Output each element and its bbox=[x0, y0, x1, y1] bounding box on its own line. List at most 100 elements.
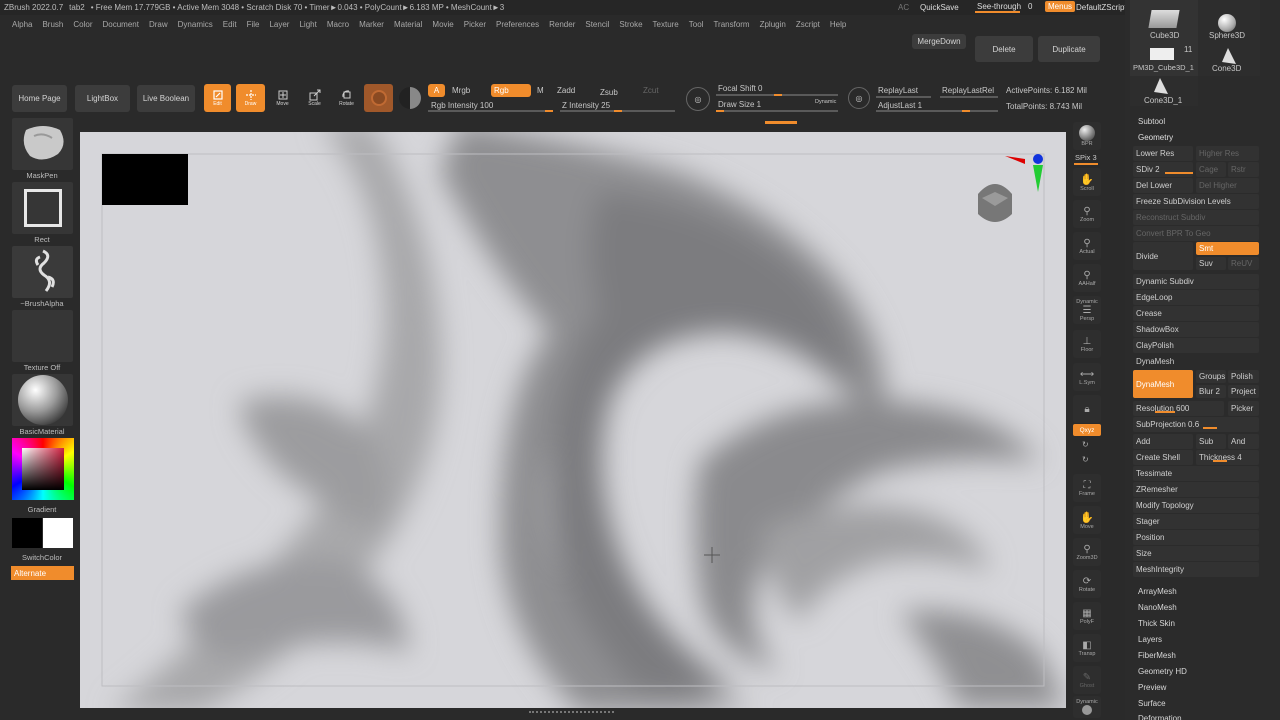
menu-render[interactable]: Render bbox=[549, 20, 575, 29]
switchcolor-button[interactable]: SwitchColor bbox=[10, 553, 74, 562]
draw-size-slider[interactable]: Draw Size 1 bbox=[718, 100, 761, 109]
mask-sphere-icon[interactable] bbox=[399, 87, 421, 109]
draw-size-track[interactable] bbox=[716, 110, 838, 112]
position-section[interactable]: Position bbox=[1133, 530, 1259, 545]
menu-macro[interactable]: Macro bbox=[327, 20, 349, 29]
menu-material[interactable]: Material bbox=[394, 20, 422, 29]
sub-button[interactable]: Sub bbox=[1196, 434, 1226, 449]
sdiv-slider[interactable]: SDiv 2 bbox=[1133, 162, 1193, 177]
dynamesh-button[interactable]: DynaMesh bbox=[1133, 370, 1193, 398]
ghost-button[interactable]: ✎ Ghost bbox=[1073, 666, 1101, 694]
rotate-mode-button[interactable]: Rotate bbox=[333, 84, 360, 112]
and-button[interactable]: And bbox=[1228, 434, 1259, 449]
canvas-viewport[interactable] bbox=[80, 132, 1066, 708]
tool-thumb-sphere[interactable]: Sphere3D bbox=[1198, 0, 1260, 44]
zadd-toggle[interactable]: Zadd bbox=[557, 86, 575, 95]
scale-mode-button[interactable]: Scale bbox=[301, 84, 328, 112]
menu-document[interactable]: Document bbox=[103, 20, 139, 29]
reuv-toggle[interactable]: ReUV bbox=[1228, 257, 1259, 270]
replaylast-button[interactable]: ReplayLast bbox=[878, 86, 918, 95]
move-view-button[interactable]: ✋ Move bbox=[1073, 506, 1101, 534]
menu-stencil[interactable]: Stencil bbox=[585, 20, 609, 29]
del-higher-button[interactable]: Del Higher bbox=[1196, 178, 1259, 193]
ac-label[interactable]: AC bbox=[898, 3, 909, 12]
menu-texture[interactable]: Texture bbox=[653, 20, 679, 29]
menu-brush[interactable]: Brush bbox=[42, 20, 63, 29]
rotate-view-button[interactable]: ⟳ Rotate bbox=[1073, 570, 1101, 598]
xyz-toggle[interactable]: Qxyz bbox=[1073, 424, 1101, 436]
thickskin-section[interactable]: Thick Skin bbox=[1138, 619, 1175, 628]
delete-button[interactable]: Delete bbox=[975, 36, 1033, 62]
create-shell-button[interactable]: Create Shell bbox=[1133, 450, 1193, 465]
rgb-intensity-track[interactable] bbox=[428, 110, 553, 112]
brush-thumbnail[interactable] bbox=[12, 118, 73, 170]
zremesher-section[interactable]: ZRemesher bbox=[1133, 482, 1259, 497]
menu-draw[interactable]: Draw bbox=[149, 20, 168, 29]
replaylastrel-button[interactable]: ReplayLastRel bbox=[942, 86, 994, 95]
geometryhd-section[interactable]: Geometry HD bbox=[1138, 667, 1187, 676]
duplicate-button[interactable]: Duplicate bbox=[1038, 36, 1100, 62]
m-toggle[interactable]: M bbox=[537, 86, 544, 95]
sculpt-canvas[interactable] bbox=[80, 132, 1066, 708]
actual-button[interactable]: ⚲ Actual bbox=[1073, 232, 1101, 260]
solo-button[interactable]: Dynamic bbox=[1073, 696, 1101, 718]
focal-shift-slider[interactable]: Focal Shift 0 bbox=[718, 84, 762, 93]
z-rotate-icon[interactable]: ↻ bbox=[1082, 455, 1089, 464]
add-button[interactable]: Add bbox=[1133, 434, 1193, 449]
menu-file[interactable]: File bbox=[247, 20, 260, 29]
zoom3d-button[interactable]: ⚲ Zoom3D bbox=[1073, 538, 1101, 566]
scroll-button[interactable]: ✋ Scroll bbox=[1073, 168, 1101, 196]
reconstruct-subdiv-button[interactable]: Reconstruct Subdiv bbox=[1133, 210, 1259, 225]
stroke-thumbnail[interactable] bbox=[12, 182, 73, 234]
layers-section[interactable]: Layers bbox=[1138, 635, 1162, 644]
bpr-button[interactable]: BPR bbox=[1073, 122, 1101, 150]
dynamic-toggle[interactable]: Dynamic bbox=[815, 99, 836, 105]
y-rotate-icon[interactable]: ↻ bbox=[1082, 440, 1089, 449]
spix-slider[interactable]: SPix 3 bbox=[1075, 153, 1097, 162]
polish-toggle[interactable]: Polish bbox=[1228, 370, 1259, 383]
alternate-toggle[interactable]: Alternate bbox=[11, 566, 74, 580]
adjustlast-track[interactable] bbox=[876, 110, 998, 112]
alpha-thumbnail[interactable] bbox=[12, 246, 73, 298]
tessimate-section[interactable]: Tessimate bbox=[1133, 466, 1259, 481]
move-mode-button[interactable]: Move bbox=[269, 84, 296, 112]
menu-edit[interactable]: Edit bbox=[223, 20, 237, 29]
picker-toggle[interactable]: Picker bbox=[1228, 401, 1259, 416]
persp-button[interactable]: Dynamic ☰ Persp bbox=[1073, 296, 1101, 324]
stager-section[interactable]: Stager bbox=[1133, 514, 1259, 529]
menu-tool[interactable]: Tool bbox=[689, 20, 704, 29]
geometry-section[interactable]: Geometry bbox=[1138, 133, 1173, 142]
menu-zscript[interactable]: Zscript bbox=[796, 20, 820, 29]
menu-marker[interactable]: Marker bbox=[359, 20, 384, 29]
lightbox-button[interactable]: LightBox bbox=[75, 85, 130, 112]
mrgb-toggle[interactable]: Mrgb bbox=[452, 86, 470, 95]
crease-section[interactable]: Crease bbox=[1133, 306, 1259, 321]
aahalf-button[interactable]: ⚲ AAHalf bbox=[1073, 264, 1101, 292]
a-toggle[interactable]: A bbox=[428, 84, 445, 97]
frame-button[interactable]: ⛶ Frame bbox=[1073, 474, 1101, 502]
tool-thumb-cube[interactable]: Cube3D bbox=[1130, 0, 1198, 44]
dynamic-subdiv-section[interactable]: Dynamic Subdiv bbox=[1133, 274, 1259, 289]
subprojection-slider[interactable]: SubProjection 0.6 bbox=[1133, 417, 1259, 432]
edit-mode-button[interactable]: Edit bbox=[204, 84, 231, 112]
tool-thumb-cone1[interactable]: Cone3D_1 bbox=[1130, 76, 1198, 106]
menu-help[interactable]: Help bbox=[830, 20, 846, 29]
menu-color[interactable]: Color bbox=[73, 20, 92, 29]
see-through-slider[interactable] bbox=[975, 11, 1020, 13]
tool-thumb-cone[interactable]: Cone3D bbox=[1198, 44, 1260, 76]
menu-picker[interactable]: Picker bbox=[464, 20, 486, 29]
local-symmetry-button[interactable]: ⟷ L.Sym bbox=[1073, 363, 1101, 391]
quicksave-button[interactable]: QuickSave bbox=[920, 3, 959, 12]
smt-toggle[interactable]: Smt bbox=[1196, 242, 1259, 255]
home-page-button[interactable]: Home Page bbox=[12, 85, 67, 112]
tool-thumb-pm3d[interactable]: 11 PM3D_Cube3D_1 bbox=[1130, 44, 1198, 76]
menu-movie[interactable]: Movie bbox=[432, 20, 453, 29]
polyf-button[interactable]: ▦ PolyF bbox=[1073, 602, 1101, 630]
texture-thumbnail[interactable] bbox=[12, 310, 73, 362]
edgeloop-section[interactable]: EdgeLoop bbox=[1133, 290, 1259, 305]
preview-section[interactable]: Preview bbox=[1138, 683, 1166, 692]
menu-dynamics[interactable]: Dynamics bbox=[178, 20, 213, 29]
higher-res-button[interactable]: Higher Res bbox=[1196, 146, 1259, 161]
rgb-intensity-slider[interactable]: Rgb Intensity 100 bbox=[431, 101, 493, 110]
rstr-button[interactable]: Rstr bbox=[1228, 162, 1259, 177]
